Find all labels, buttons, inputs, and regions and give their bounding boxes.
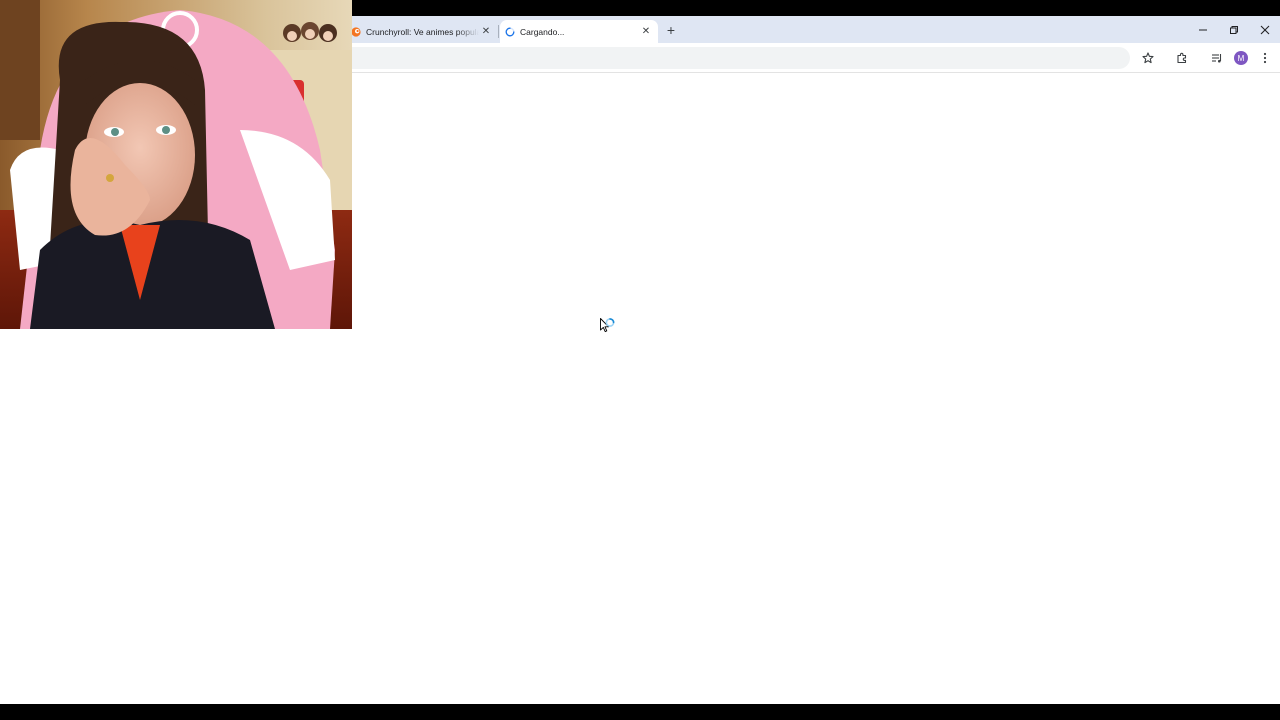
tab-separator — [498, 25, 499, 38]
left-eye — [111, 128, 119, 136]
busy-cursor-icon — [600, 318, 615, 333]
webcam-overlay — [0, 0, 352, 329]
screen: Crunchyroll: Ve animes populares ✕ Carga… — [0, 0, 1280, 720]
wooden-door — [0, 0, 40, 140]
bookmark-star-icon — [1142, 52, 1154, 64]
tab-crunchyroll[interactable]: Crunchyroll: Ve animes populares ✕ — [346, 20, 498, 43]
profile-initial: M — [1237, 53, 1245, 63]
bookmark-button[interactable] — [1140, 50, 1156, 66]
media-playlist-icon — [1212, 54, 1222, 63]
restore-icon — [1230, 25, 1238, 34]
close-icon — [1260, 25, 1270, 34]
tab-title: Crunchyroll: Ve animes populares — [366, 26, 479, 37]
tab-loading[interactable]: Cargando... ✕ — [500, 20, 658, 43]
loading-spinner-icon — [505, 27, 515, 36]
minimize-button[interactable] — [1188, 16, 1218, 43]
media-control-button[interactable] — [1209, 50, 1225, 66]
browser-menu-button[interactable] — [1257, 50, 1273, 66]
close-tab-icon[interactable]: ✕ — [639, 25, 653, 39]
ring — [106, 174, 114, 182]
tab-title: Cargando... — [520, 26, 565, 37]
minimize-icon — [1199, 29, 1207, 30]
profile-avatar[interactable]: M — [1234, 51, 1248, 65]
plus-icon: + — [666, 22, 676, 38]
extensions-button[interactable] — [1174, 50, 1190, 66]
kebab-menu-icon — [1263, 52, 1267, 64]
close-tab-icon[interactable]: ✕ — [479, 25, 493, 39]
extensions-puzzle-icon — [1177, 52, 1187, 64]
crunchyroll-logo-icon — [351, 26, 361, 37]
plush-toys — [283, 22, 337, 42]
right-eye — [162, 126, 170, 134]
restore-button[interactable] — [1219, 16, 1249, 43]
new-tab-button[interactable]: + — [662, 21, 680, 39]
close-window-button[interactable] — [1250, 16, 1280, 43]
